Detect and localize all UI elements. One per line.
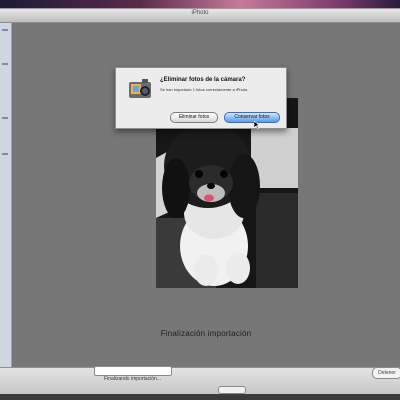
sidebar-item[interactable] — [2, 117, 8, 119]
dialog-title: ¿Eliminar fotos de la cámara? — [160, 77, 246, 83]
import-progress-text: Finalizando importación... — [104, 376, 161, 382]
iphoto-camera-icon — [128, 78, 152, 100]
window-title: iPhoto — [191, 10, 209, 16]
event-name-field[interactable] — [94, 366, 172, 376]
mouse-pointer-icon — [253, 116, 261, 130]
keep-photos-button[interactable]: Conservar fotos — [224, 112, 280, 123]
sidebar-item[interactable] — [2, 63, 8, 65]
bottom-toolbar — [0, 367, 400, 394]
import-status-label: Finalización importación — [160, 329, 252, 338]
sidebar-item[interactable] — [2, 29, 8, 31]
toolbar-action-button[interactable] — [218, 386, 246, 394]
iphoto-window: iPhoto Finalización importación — [0, 8, 400, 394]
dialog-message: Se han importado 1 fotos correctamente a… — [160, 87, 249, 92]
source-list-sidebar[interactable] — [0, 23, 12, 377]
delete-photos-dialog: ¿Eliminar fotos de la cámara? Se han imp… — [115, 67, 287, 130]
sidebar-item[interactable] — [2, 153, 8, 155]
stop-import-button[interactable]: Detener — [372, 367, 400, 379]
delete-photos-button[interactable]: Eliminar fotos — [170, 112, 218, 123]
title-bar[interactable]: iPhoto — [0, 9, 400, 23]
